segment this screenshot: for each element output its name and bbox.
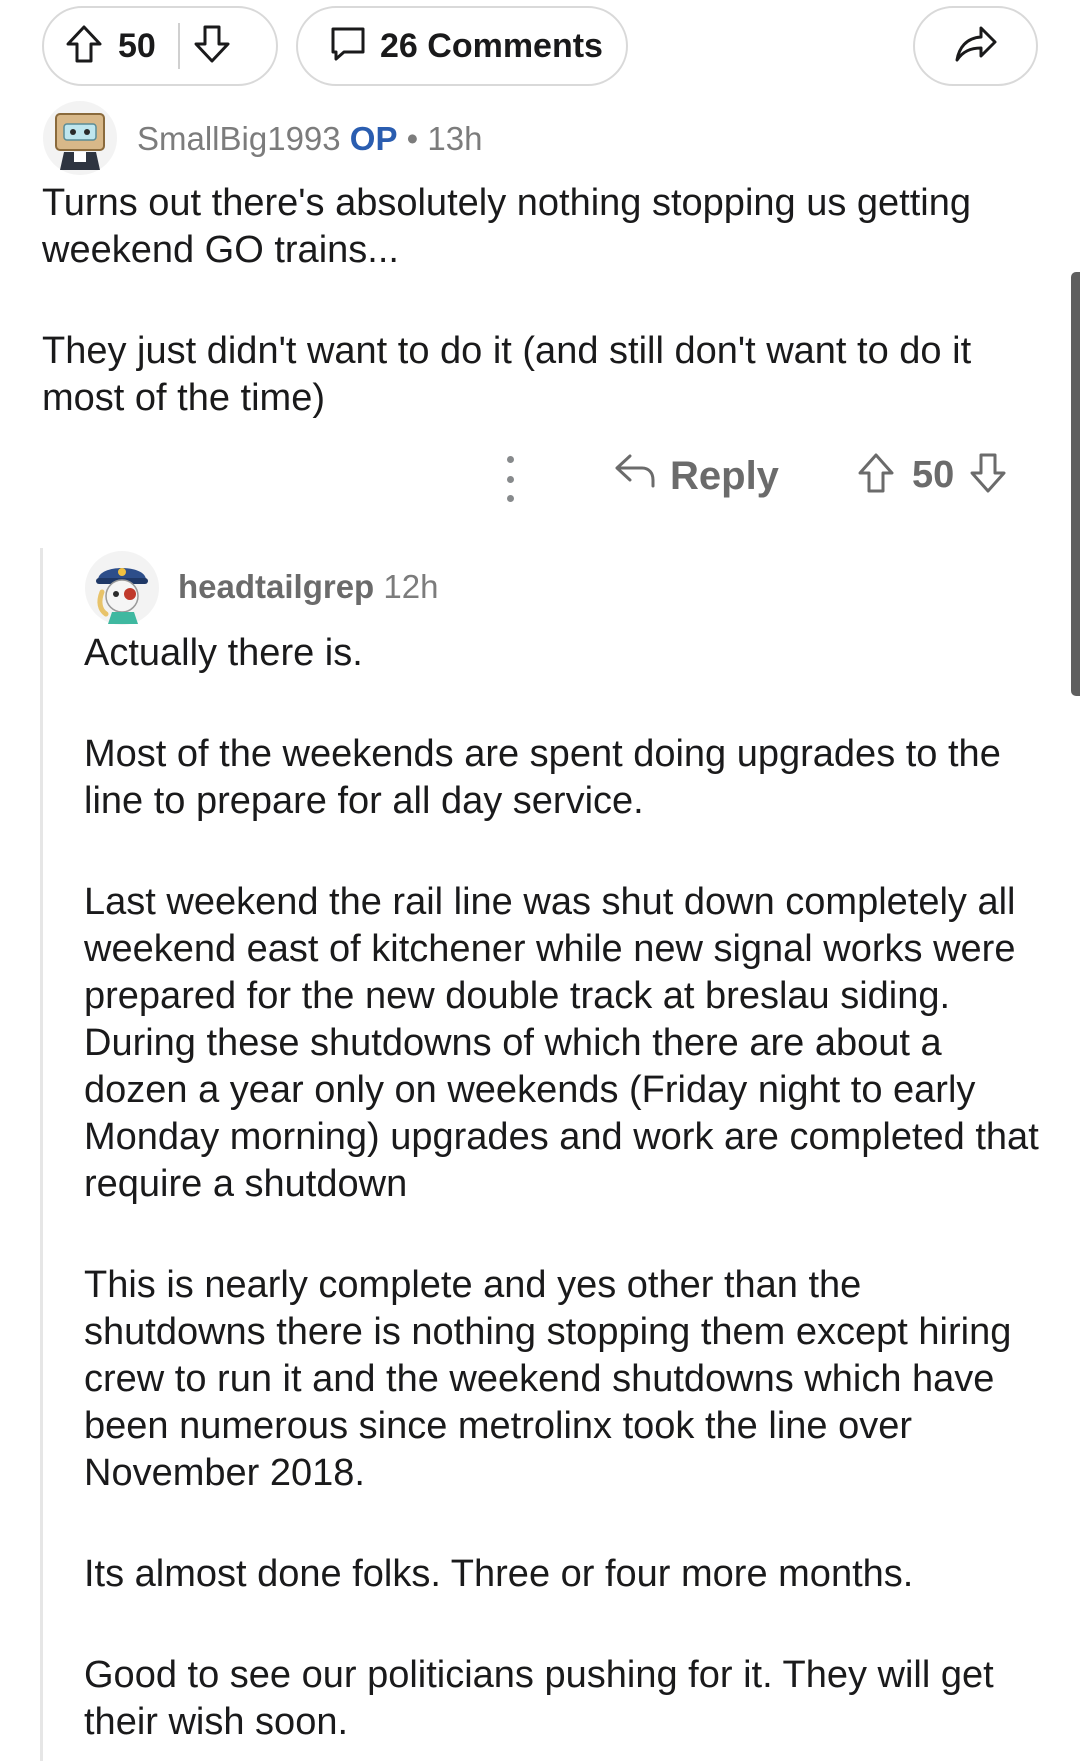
comment-age: 13h bbox=[427, 120, 483, 157]
comment-age: 12h bbox=[383, 568, 439, 605]
upvote-icon[interactable] bbox=[856, 452, 896, 499]
meta-separator: • bbox=[406, 120, 419, 157]
thread-line[interactable] bbox=[40, 548, 43, 1761]
op-comment-meta: SmallBig1993 OP • 13h bbox=[137, 120, 482, 158]
share-arrow-icon bbox=[953, 24, 999, 69]
op-comment-actions: Reply 50 bbox=[0, 444, 1080, 514]
comments-label: 26 Comments bbox=[380, 26, 603, 65]
reply-arrow-icon bbox=[614, 452, 656, 500]
avatar[interactable] bbox=[42, 100, 118, 176]
post-vote-count: 50 bbox=[118, 26, 156, 65]
scrollbar[interactable] bbox=[1071, 272, 1080, 696]
author-name[interactable]: SmallBig1993 bbox=[137, 120, 341, 157]
comments-button[interactable]: 26 Comments bbox=[296, 6, 628, 86]
share-button[interactable] bbox=[913, 6, 1038, 86]
reply-comment-body: Actually there is. Most of the weekends … bbox=[84, 630, 1044, 1746]
downvote-icon[interactable] bbox=[968, 452, 1008, 499]
comment-paragraph: Actually there is. bbox=[84, 632, 363, 674]
comment-paragraph: Most of the weekends are spent doing upg… bbox=[84, 733, 1001, 822]
op-comment-body: Turns out there's absolutely nothing sto… bbox=[42, 180, 1042, 422]
avatar[interactable] bbox=[84, 550, 160, 626]
comment-paragraph: Last weekend the rail line was shut down… bbox=[84, 881, 1039, 1205]
comment-paragraph: Its almost done folks. Three or four mor… bbox=[84, 1553, 914, 1595]
more-options-icon[interactable] bbox=[496, 456, 524, 502]
comment-vote: 50 bbox=[856, 452, 1008, 499]
vote-divider bbox=[177, 23, 180, 69]
comment-vote-count: 50 bbox=[912, 454, 955, 496]
comment-paragraph: They just didn't want to do it (and stil… bbox=[42, 330, 972, 419]
comment-paragraph: Good to see our politicians pushing for … bbox=[84, 1654, 994, 1743]
speech-bubble-icon bbox=[328, 24, 368, 69]
reply-label: Reply bbox=[670, 453, 779, 498]
op-badge: OP bbox=[349, 120, 398, 157]
post-vote-pill: 50 bbox=[42, 6, 278, 86]
comment-paragraph: Turns out there's absolutely nothing sto… bbox=[42, 182, 971, 271]
author-name[interactable]: headtailgrep bbox=[178, 568, 374, 605]
reply-button[interactable]: Reply bbox=[614, 452, 779, 500]
upvote-icon[interactable] bbox=[64, 24, 104, 69]
comment-paragraph: This is nearly complete and yes other th… bbox=[84, 1264, 1012, 1494]
reply-comment-meta: headtailgrep 12h bbox=[178, 568, 438, 606]
downvote-icon[interactable] bbox=[192, 24, 232, 69]
